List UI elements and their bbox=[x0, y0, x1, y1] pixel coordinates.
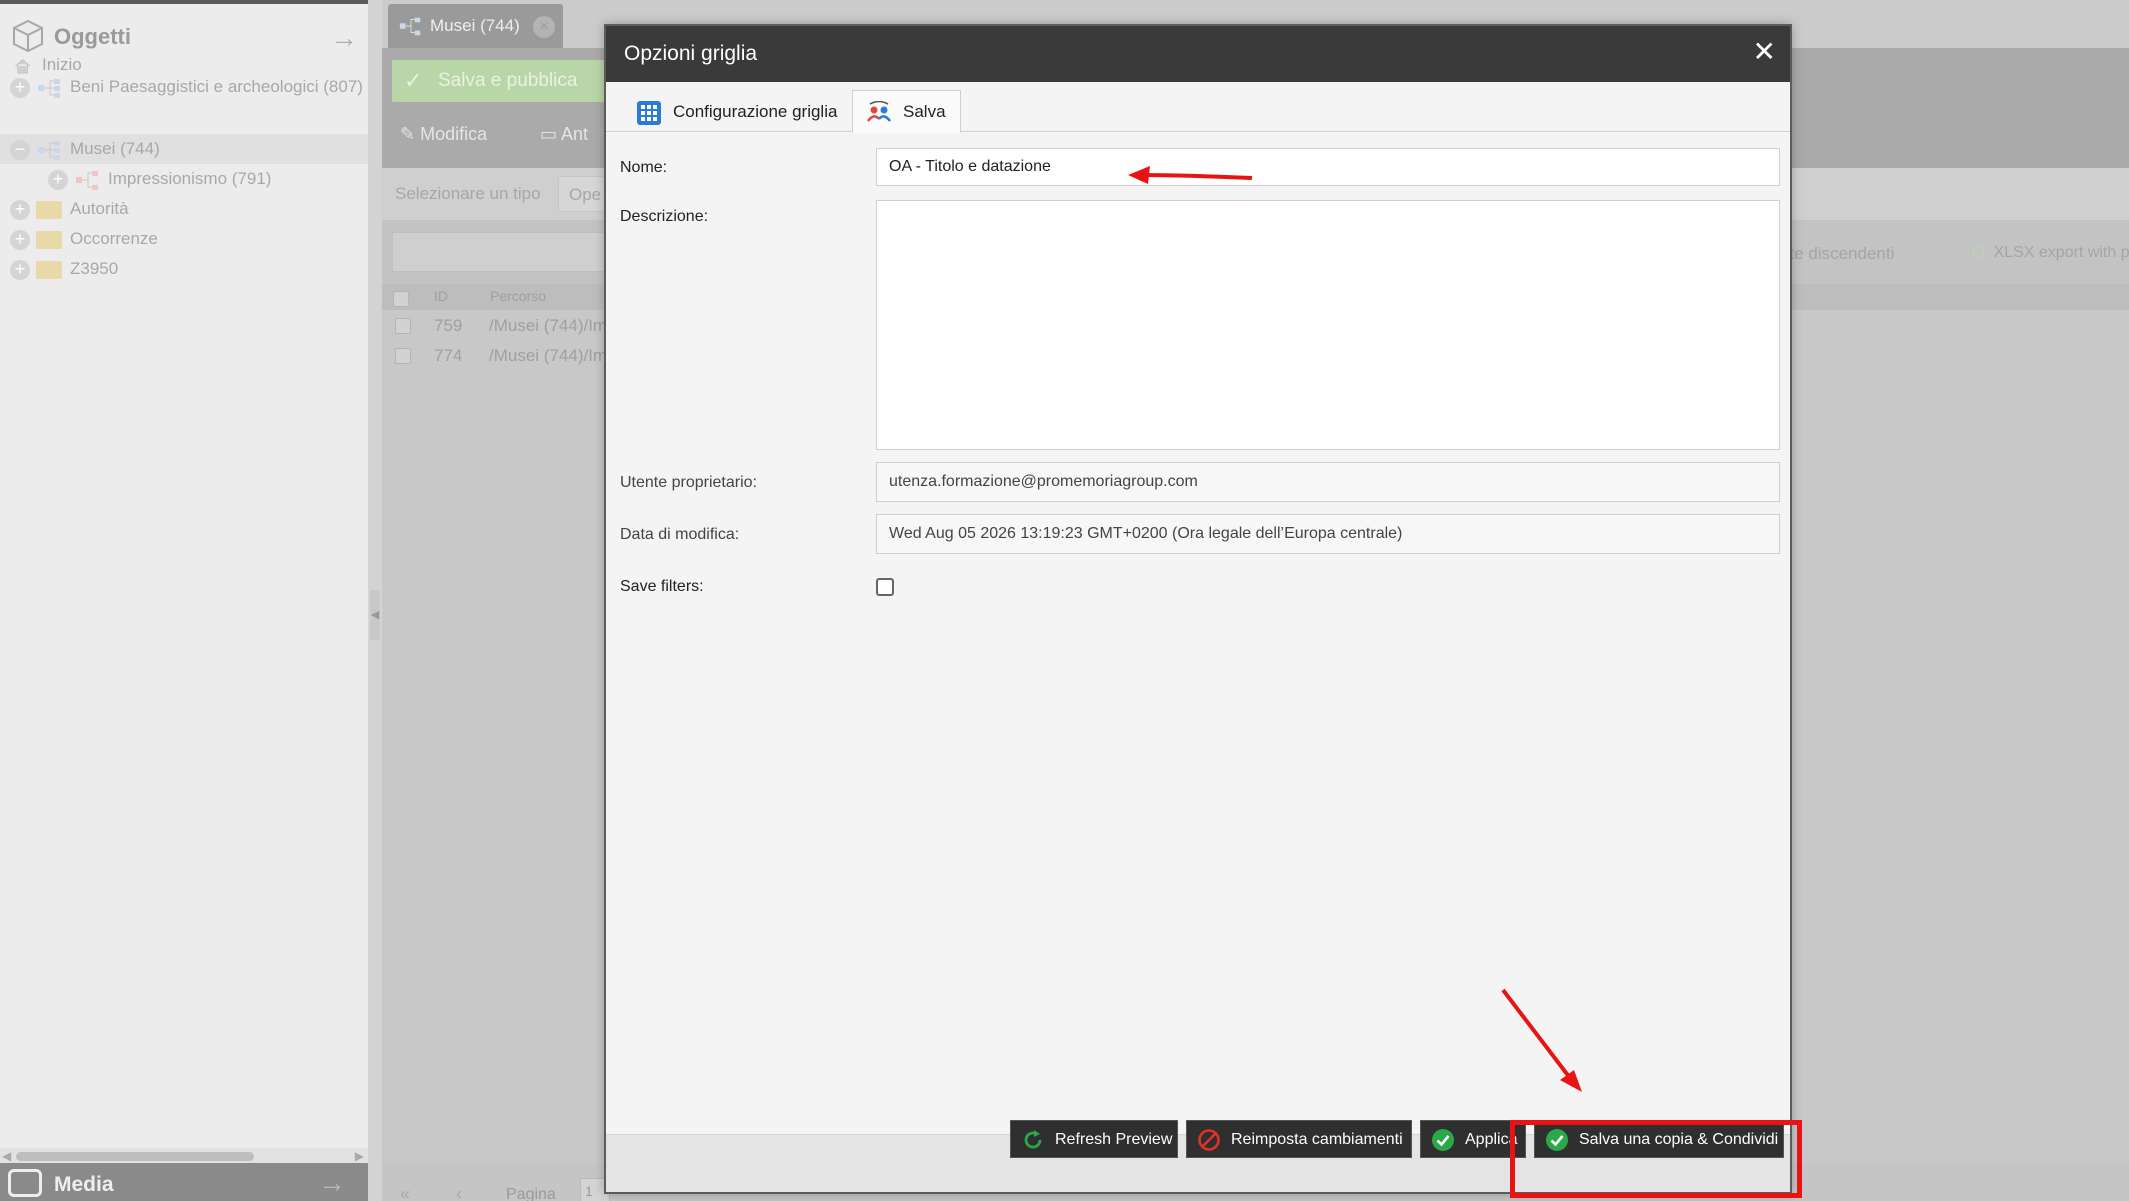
collapse-arrow-icon[interactable]: → bbox=[330, 22, 358, 54]
descendants-toggle[interactable]: nte discendenti bbox=[1780, 244, 1894, 264]
tab-edit[interactable]: ✎ Modifica bbox=[400, 124, 487, 145]
refresh-preview-button[interactable]: Refresh Preview bbox=[1010, 1120, 1178, 1158]
tab-label: Salva bbox=[903, 102, 946, 121]
button-label: Salva e pubblica bbox=[438, 70, 578, 91]
folder-icon bbox=[36, 200, 62, 219]
expand-icon[interactable]: + bbox=[10, 229, 30, 250]
type-select-label: Selezionare un tipo bbox=[395, 184, 541, 203]
tab-edit-label: Modifica bbox=[420, 124, 488, 144]
scrollbar-thumb[interactable] bbox=[16, 1152, 254, 1161]
scroll-left-icon[interactable]: ◀ bbox=[2, 1149, 11, 1163]
modified-date-field: Wed Aug 05 2026 13:19:23 GMT+0200 (Ora l… bbox=[876, 514, 1780, 554]
owner-label: Utente proprietario: bbox=[620, 474, 757, 491]
save-filters-label: Save filters: bbox=[620, 578, 704, 595]
page-label: Pagina bbox=[506, 1186, 556, 1201]
hierarchy-icon bbox=[399, 17, 421, 36]
owner-field: utenza.formazione@promemoriagroup.com bbox=[876, 462, 1780, 502]
expand-arrow-icon[interactable]: → bbox=[318, 1167, 346, 1199]
horizontal-scrollbar[interactable]: ◀ ▶ bbox=[0, 1148, 368, 1164]
forbidden-icon bbox=[1198, 1129, 1220, 1151]
cell-id: 759 bbox=[434, 316, 463, 335]
reset-changes-button[interactable]: Reimposta cambiamenti bbox=[1186, 1120, 1412, 1158]
tree-item-label: Beni Paesaggistici e archeologici (807) bbox=[70, 77, 363, 96]
save-and-publish-button[interactable]: ✓ Salva e pubblica bbox=[392, 60, 622, 102]
expand-icon[interactable]: + bbox=[10, 77, 30, 98]
cell-path: /Musei (744)/Im bbox=[489, 346, 608, 365]
tab-label: Configurazione griglia bbox=[673, 102, 838, 121]
annotation-highlight-box bbox=[1510, 1120, 1802, 1198]
camera-icon bbox=[8, 1169, 42, 1197]
row-checkbox[interactable] bbox=[395, 318, 411, 334]
scroll-right-icon[interactable]: ▶ bbox=[355, 1149, 364, 1163]
cube-icon bbox=[13, 19, 43, 53]
tree-item-autorita[interactable]: + Autorità bbox=[10, 194, 129, 224]
folder-icon bbox=[36, 260, 62, 279]
expand-icon[interactable]: + bbox=[48, 169, 68, 190]
tab-preview-label: Ant bbox=[561, 124, 589, 144]
column-header-id[interactable]: ID bbox=[434, 288, 448, 304]
tree-item-label: Occorrenze bbox=[70, 229, 158, 248]
first-page-icon[interactable]: « bbox=[400, 1184, 410, 1201]
hierarchy-icon bbox=[38, 140, 60, 160]
name-label: Nome: bbox=[620, 159, 668, 176]
media-panel-title: Media bbox=[54, 1173, 114, 1196]
grid-options-dialog: Opzioni griglia ✕ Configurazione griglia bbox=[604, 24, 1792, 1194]
tab-musei[interactable]: Musei (744) × bbox=[388, 4, 563, 48]
row-checkbox[interactable] bbox=[395, 348, 411, 364]
cell-id: 774 bbox=[434, 346, 463, 365]
tab-label: Musei (744) bbox=[430, 16, 520, 35]
check-circle-icon bbox=[1432, 1129, 1454, 1151]
tree-item-label: Impressionismo (791) bbox=[108, 169, 272, 188]
tree-item-label: Z3950 bbox=[70, 259, 119, 278]
search-input[interactable] bbox=[392, 232, 612, 272]
save-filters-checkbox[interactable] bbox=[876, 578, 894, 596]
button-label: Refresh Preview bbox=[1055, 1131, 1173, 1148]
panel-splitter[interactable]: ◀ bbox=[368, 0, 382, 1201]
tree-item-z3950[interactable]: + Z3950 bbox=[10, 254, 118, 284]
description-label: Descrizione: bbox=[620, 208, 709, 225]
dialog-header: Opzioni griglia ✕ bbox=[606, 26, 1790, 82]
tab-preview[interactable]: ▭ Ant bbox=[540, 124, 588, 145]
collapse-icon[interactable]: − bbox=[10, 139, 30, 160]
collapse-handle-icon[interactable]: ◀ bbox=[370, 590, 380, 640]
tree-item-beni[interactable]: + Beni Paesaggistici e archeologici (807) bbox=[10, 72, 363, 102]
close-tab-icon[interactable]: × bbox=[533, 16, 555, 38]
dialog-title: Opzioni griglia bbox=[624, 42, 758, 65]
export-icon: ⏻ bbox=[1972, 244, 1985, 261]
button-label: Reimposta cambiamenti bbox=[1231, 1131, 1403, 1148]
xlsx-export-button[interactable]: ⏻ XLSX export with previ bbox=[1972, 244, 2129, 262]
modified-date-label: Data di modifica: bbox=[620, 526, 740, 543]
folder-icon bbox=[36, 230, 62, 249]
tab-grid-configuration[interactable]: Configurazione griglia bbox=[622, 90, 852, 133]
grid-icon bbox=[637, 101, 661, 125]
objects-panel-title: Oggetti bbox=[54, 24, 131, 49]
refresh-icon bbox=[1024, 1130, 1042, 1149]
tab-save[interactable]: Salva bbox=[852, 90, 961, 133]
cell-path: /Musei (744)/Im bbox=[489, 316, 608, 335]
name-field[interactable]: OA - Titolo e datazione bbox=[876, 148, 1780, 186]
tree-item-label: Autorità bbox=[70, 199, 129, 218]
tree-item-label: Musei (744) bbox=[70, 139, 160, 158]
media-panel-header[interactable]: Media → bbox=[0, 1163, 368, 1201]
check-icon: ✓ bbox=[404, 68, 423, 93]
tree-item-musei[interactable]: − Musei (744) bbox=[10, 134, 160, 164]
tree-item-impressionismo[interactable]: + Impressionismo (791) bbox=[48, 164, 271, 194]
column-header-path[interactable]: Percorso bbox=[490, 288, 546, 304]
xlsx-export-label: XLSX export with previ bbox=[1993, 244, 2129, 261]
prev-page-icon[interactable]: ‹ bbox=[456, 1184, 462, 1201]
expand-icon[interactable]: + bbox=[10, 259, 30, 280]
share-users-icon bbox=[867, 101, 891, 122]
description-field[interactable] bbox=[876, 200, 1780, 450]
hierarchy-icon bbox=[38, 78, 60, 98]
hierarchy-icon bbox=[76, 170, 98, 190]
tree-item-occorrenze[interactable]: + Occorrenze bbox=[10, 224, 158, 254]
close-icon[interactable]: ✕ bbox=[1753, 38, 1776, 66]
dialog-tabs: Configurazione griglia Salva bbox=[606, 82, 1790, 133]
expand-icon[interactable]: + bbox=[10, 199, 30, 220]
select-all-checkbox[interactable] bbox=[393, 291, 409, 307]
